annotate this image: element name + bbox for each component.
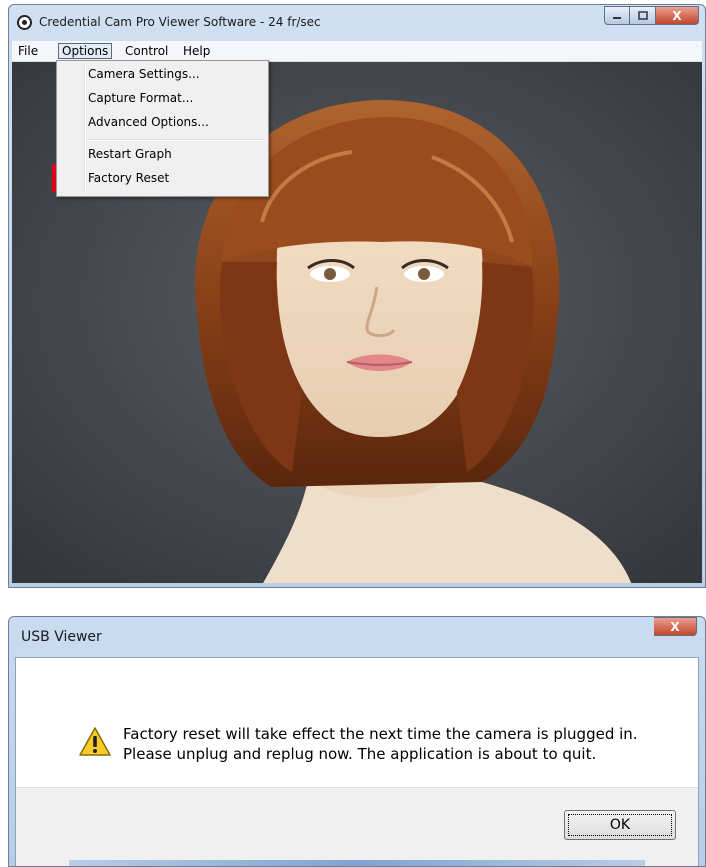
minimize-button[interactable] <box>604 6 630 25</box>
dialog-caption-buttons: X <box>654 617 697 636</box>
menu-help[interactable]: Help <box>180 43 213 59</box>
menu-item-restart-graph[interactable]: Restart Graph <box>88 147 172 161</box>
menu-item-camera-settings[interactable]: Camera Settings... <box>88 67 200 81</box>
menu-gutter <box>84 63 86 194</box>
menu-bar: File Options Control Help <box>12 41 702 62</box>
viewer-title: Credential Cam Pro Viewer Software - 24 … <box>39 15 321 29</box>
menu-separator <box>87 139 265 141</box>
dialog-title: USB Viewer <box>21 629 102 645</box>
warning-icon <box>79 727 111 756</box>
menu-item-factory-reset[interactable]: Factory Reset <box>88 171 169 185</box>
maximize-button[interactable] <box>630 6 656 25</box>
dialog-footer: OK <box>16 787 698 866</box>
usb-viewer-dialog: USB Viewer X Factory reset will take eff… <box>8 616 706 867</box>
viewer-caption-buttons: X <box>604 6 699 25</box>
menu-file[interactable]: File <box>15 43 41 59</box>
close-icon: X <box>672 8 682 23</box>
menu-item-capture-format[interactable]: Capture Format... <box>88 91 193 105</box>
close-button[interactable]: X <box>656 6 699 25</box>
close-icon: X <box>670 619 680 634</box>
taskbar-strip <box>69 860 645 866</box>
minimize-icon <box>613 16 621 19</box>
camera-app-icon <box>17 15 32 30</box>
maximize-icon <box>637 11 648 20</box>
dialog-client: Factory reset will take effect the next … <box>15 657 699 866</box>
menu-item-advanced-options[interactable]: Advanced Options... <box>88 115 209 129</box>
dialog-message: Factory reset will take effect the next … <box>123 724 638 764</box>
menu-options[interactable]: Options <box>58 43 113 59</box>
viewer-titlebar[interactable]: Credential Cam Pro Viewer Software - 24 … <box>9 5 705 39</box>
ok-button-label: OK <box>609 817 631 833</box>
dialog-message-line-1: Factory reset will take effect the next … <box>123 725 638 743</box>
menu-control[interactable]: Control <box>122 43 171 59</box>
dialog-message-line-2: Please unplug and replug now. The applic… <box>123 745 597 763</box>
dialog-close-button[interactable]: X <box>654 617 697 636</box>
ok-button[interactable]: OK <box>564 810 676 840</box>
options-menu: Camera Settings... Capture Format... Adv… <box>56 60 269 197</box>
